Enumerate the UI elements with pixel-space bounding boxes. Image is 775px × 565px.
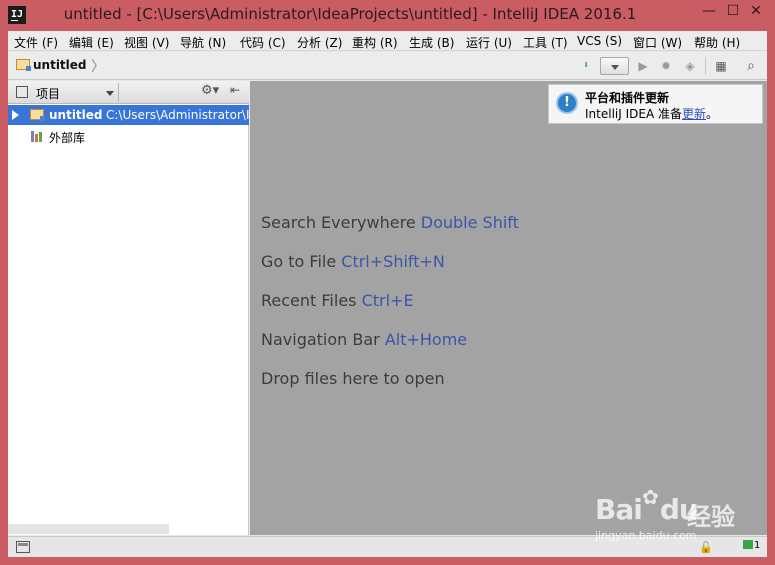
- hint-search-everywhere: Search Everywhere Double Shift: [261, 213, 519, 232]
- menu-tools[interactable]: 工具 (T): [523, 34, 568, 51]
- run-config-dropdown[interactable]: [600, 57, 629, 75]
- tree-item-external-libraries[interactable]: 外部库: [8, 126, 249, 146]
- editor-empty-area[interactable]: Search Everywhere Double Shift Go to Fil…: [250, 81, 767, 535]
- menu-run[interactable]: 运行 (U): [466, 34, 512, 51]
- run-icon[interactable]: ▶: [634, 57, 652, 75]
- horizontal-scrollbar[interactable]: [8, 524, 169, 534]
- tree-item-path: C:\Users\Administrator\IdeaProjects\unti…: [106, 108, 249, 122]
- update-link[interactable]: 更新: [682, 107, 706, 121]
- hint-label: Recent Files: [261, 291, 362, 310]
- menu-refactor[interactable]: 重构 (R): [352, 34, 398, 51]
- info-icon: !: [556, 92, 578, 114]
- menu-edit[interactable]: 编辑 (E): [69, 34, 114, 51]
- status-bar: 🔓 1: [8, 536, 767, 557]
- hint-recent-files: Recent Files Ctrl+E: [261, 291, 414, 310]
- window-title: untitled - [C:\Users\Administrator\IdeaP…: [63, 5, 637, 23]
- module-folder-icon: [30, 109, 45, 121]
- hint-shortcut: Ctrl+Shift+N: [341, 252, 445, 271]
- notification-title: 平台和插件更新: [585, 91, 670, 105]
- event-log-icon: [743, 540, 753, 549]
- client-area: 文件 (F) 编辑 (E) 视图 (V) 导航 (N) 代码 (C) 分析 (Z…: [8, 31, 767, 557]
- menu-window[interactable]: 窗口 (W): [633, 34, 682, 51]
- breadcrumb-label: untitled: [33, 58, 87, 72]
- hint-label: Navigation Bar: [261, 330, 385, 349]
- ide-window: IJ untitled - [C:\Users\Administrator\Id…: [0, 0, 775, 565]
- tree-item-name: 外部库: [49, 131, 86, 145]
- search-icon[interactable]: ⌕: [742, 57, 760, 75]
- hint-shortcut: Alt+Home: [384, 330, 468, 349]
- menu-build[interactable]: 生成 (B): [409, 34, 454, 51]
- make-project-icon[interactable]: ⬇: [576, 57, 596, 75]
- minimize-button[interactable]: —: [697, 0, 721, 22]
- breadcrumb-separator: 〉: [91, 59, 105, 75]
- hint-label: Drop files here to open: [261, 369, 445, 388]
- project-view-icon: [16, 86, 28, 98]
- menu-code[interactable]: 代码 (C): [240, 34, 286, 51]
- hint-label: Search Everywhere: [261, 213, 421, 232]
- menu-view[interactable]: 视图 (V): [124, 34, 169, 51]
- menu-file[interactable]: 文件 (F): [14, 34, 58, 51]
- notification-punct: 。: [706, 107, 719, 121]
- hide-panel-icon[interactable]: ⇤: [230, 83, 240, 97]
- event-log-indicator[interactable]: 1: [743, 540, 760, 554]
- title-bar: IJ untitled - [C:\Users\Administrator\Id…: [0, 0, 775, 31]
- tree-item-name: untitled: [49, 108, 103, 122]
- project-tool-window: 项目 ⚙▾ ⇤ untitled C:\Users\Administrator\…: [8, 81, 249, 535]
- hint-shortcut: Ctrl+E: [361, 291, 414, 310]
- expand-arrow-icon[interactable]: [12, 110, 24, 120]
- library-icon: [31, 131, 45, 142]
- project-panel-header: 项目 ⚙▾ ⇤: [8, 81, 249, 104]
- chevron-down-icon: [106, 91, 114, 100]
- debug-icon[interactable]: ✹: [656, 57, 676, 75]
- tool-windows-toggle-icon[interactable]: [16, 541, 30, 553]
- hint-drop-files: Drop files here to open: [261, 369, 445, 388]
- tree-item-untitled[interactable]: untitled C:\Users\Administrator\IdeaProj…: [8, 105, 249, 125]
- notification-text: IntelliJ IDEA 准备: [585, 107, 682, 121]
- menu-bar: 文件 (F) 编辑 (E) 视图 (V) 导航 (N) 代码 (C) 分析 (Z…: [8, 31, 767, 51]
- hint-label: Go to File: [261, 252, 342, 271]
- lock-icon[interactable]: 🔓: [699, 541, 713, 554]
- event-count: 1: [754, 540, 761, 551]
- menu-vcs[interactable]: VCS (S): [577, 34, 622, 48]
- breadcrumb-untitled[interactable]: untitled: [16, 58, 87, 74]
- close-button[interactable]: ✕: [745, 0, 767, 22]
- menu-analyze[interactable]: 分析 (Z): [297, 34, 342, 51]
- menu-help[interactable]: 帮助 (H): [694, 34, 740, 51]
- gear-icon[interactable]: ⚙▾: [201, 83, 219, 98]
- toolbar-divider: [705, 57, 706, 75]
- project-view-selector[interactable]: 项目: [10, 83, 119, 102]
- project-structure-icon[interactable]: ▦: [712, 57, 730, 75]
- project-folder-icon: [16, 59, 31, 71]
- hint-go-to-file: Go to File Ctrl+Shift+N: [261, 252, 445, 271]
- menu-navigate[interactable]: 导航 (N): [180, 34, 226, 51]
- navigation-bar: untitled 〉 ⬇ ▶ ✹ ◈ ▦ ⌕: [8, 52, 767, 80]
- hint-shortcut: Double Shift: [420, 213, 519, 232]
- project-view-label: 项目: [36, 87, 61, 101]
- hint-navigation-bar: Navigation Bar Alt+Home: [261, 330, 467, 349]
- maximize-button[interactable]: ☐: [722, 0, 744, 22]
- coverage-icon[interactable]: ◈: [680, 57, 700, 75]
- notification-body: IntelliJ IDEA 准备更新。: [585, 105, 718, 122]
- update-notification[interactable]: ! 平台和插件更新 IntelliJ IDEA 准备更新。: [548, 84, 763, 124]
